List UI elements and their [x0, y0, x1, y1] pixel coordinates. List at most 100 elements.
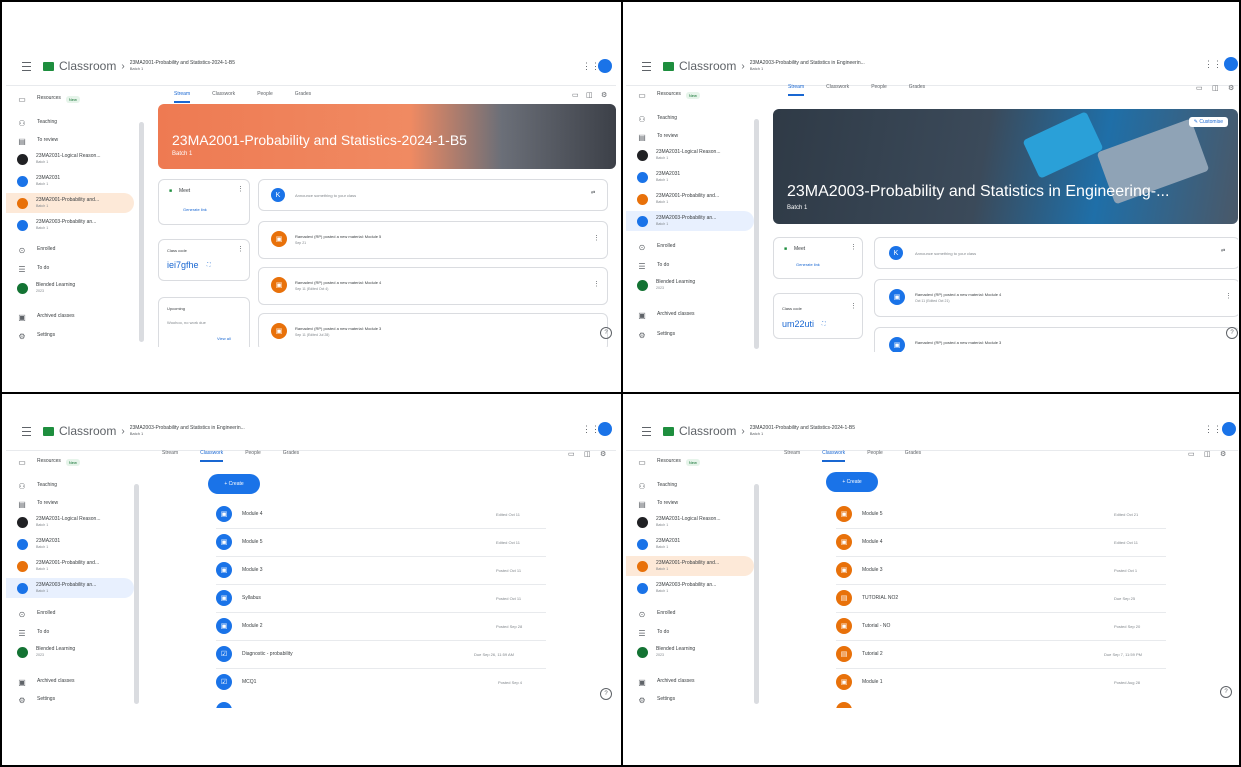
help-icon[interactable]: ?	[1220, 686, 1232, 698]
app-name[interactable]: Classroom	[679, 59, 736, 73]
gear-icon[interactable]: ⚙	[1220, 450, 1226, 458]
breadcrumb[interactable]: 23MA2001-Probability and Statistics-2024…	[750, 426, 855, 436]
sidebar-class-item[interactable]: 23MA2031-Logical Reason... Batch 1	[626, 512, 754, 532]
account-avatar[interactable]	[598, 422, 612, 436]
create-button[interactable]: + Create	[208, 474, 260, 494]
calendar-icon[interactable]: ▭	[572, 91, 579, 99]
calendar-icon[interactable]: ▭	[1196, 84, 1203, 92]
gear-icon[interactable]: ⚙	[600, 450, 606, 458]
sidebar-item-to-review[interactable]: ▤ To review	[626, 494, 754, 514]
sidebar-class-item[interactable]: 23MA2031 Batch 1	[6, 534, 134, 554]
sidebar-item-resources[interactable]: ▭ Resources New	[626, 85, 754, 105]
create-button[interactable]: + Create	[826, 472, 878, 492]
announce-box[interactable]: K Announce something to your class ⇄	[258, 179, 608, 211]
gear-icon[interactable]: ⚙	[1228, 84, 1234, 92]
help-icon[interactable]: ?	[600, 688, 612, 700]
sidebar-class-item[interactable]: 23MA2031 Batch 1	[626, 167, 754, 187]
repost-icon[interactable]: ⇄	[1221, 248, 1225, 254]
sidebar-item-resources[interactable]: ▭ Resources New	[6, 452, 134, 472]
tab-classwork[interactable]: Classwork	[822, 450, 846, 462]
breadcrumb[interactable]: 23MA2001-Probability and Statistics-2024…	[130, 61, 235, 71]
app-name[interactable]: Classroom	[59, 59, 116, 73]
sidebar-item-settings[interactable]: ⚙ Settings	[6, 326, 134, 346]
drive-folder-icon[interactable]: ◫	[1204, 450, 1211, 458]
tab-grades[interactable]: Grades	[905, 450, 921, 462]
sidebar-scrollbar[interactable]	[134, 484, 139, 704]
sidebar-item-settings[interactable]: ⚙ Settings	[626, 325, 754, 345]
calendar-icon[interactable]: ▭	[568, 450, 575, 458]
sidebar-item-enrolled[interactable]: ⊙ Enrolled	[626, 237, 754, 257]
breadcrumb[interactable]: 23MA2003-Probability and Statistics in E…	[750, 61, 865, 71]
sidebar-class-item-active[interactable]: 23MA2003-Probability an... Batch 1	[626, 211, 754, 231]
tab-people[interactable]: People	[245, 450, 261, 462]
sidebar-scrollbar[interactable]	[754, 119, 759, 349]
more-options-icon[interactable]: ⋮	[1225, 292, 1232, 300]
apps-grid-icon[interactable]: ⋮⋮	[1204, 424, 1222, 435]
sidebar-item-settings[interactable]: ⚙ Settings	[626, 690, 754, 708]
drive-folder-icon[interactable]: ◫	[584, 450, 591, 458]
sidebar-class-item[interactable]: 23MA2003-Probability an... Batch 1	[6, 215, 134, 235]
sidebar-item-to-do[interactable]: ☰ To do	[626, 256, 754, 276]
tab-grades[interactable]: Grades	[283, 450, 299, 462]
tab-people[interactable]: People	[257, 91, 273, 103]
more-options-icon[interactable]: ⋮	[593, 280, 600, 288]
sidebar-class-item[interactable]: 23MA2031-Logical Reason... Batch 1	[6, 149, 134, 169]
stream-post[interactable]: ▣ Ramadevi (RP) posted a new material: M…	[258, 267, 608, 305]
sidebar-class-item[interactable]: 23MA2001-Probability and... Batch 1	[626, 189, 754, 209]
tab-classwork[interactable]: Classwork	[826, 84, 849, 96]
sidebar-item-to-review[interactable]: ▤ To review	[626, 127, 754, 147]
fullscreen-icon[interactable]: ⛶	[822, 321, 826, 327]
more-options-icon[interactable]: ⋮	[593, 234, 600, 242]
main-menu-icon[interactable]	[22, 61, 31, 71]
customise-button[interactable]: ✎ Customise	[1188, 117, 1228, 127]
generate-link-button[interactable]: Generate link	[183, 207, 207, 212]
more-options-icon[interactable]: ⋮	[850, 243, 857, 251]
sidebar-class-item[interactable]: 23MA2031-Logical Reason... Batch 1	[626, 145, 754, 165]
sidebar-class-item[interactable]: 23MA2031 Batch 1	[6, 171, 134, 191]
sidebar-class-item-active[interactable]: 23MA2001-Probability and... Batch 1	[6, 193, 134, 213]
sidebar-class-item[interactable]: 23MA2003-Probability an... Batch 1	[626, 578, 754, 598]
sidebar-scrollbar[interactable]	[754, 484, 759, 704]
tab-stream[interactable]: Stream	[788, 84, 805, 96]
help-icon[interactable]: ?	[600, 327, 612, 339]
fullscreen-icon[interactable]: ⛶	[207, 262, 211, 268]
sidebar-item-archived[interactable]: ▣ Archived classes	[6, 672, 134, 692]
gear-icon[interactable]: ⚙	[601, 91, 607, 99]
breadcrumb[interactable]: 23MA2003-Probability and Statistics in E…	[130, 426, 245, 436]
tab-stream[interactable]: Stream	[174, 91, 191, 103]
tab-classwork[interactable]: Classwork	[200, 450, 224, 462]
sidebar-item-to-do[interactable]: ☰ To do	[6, 259, 134, 279]
tab-classwork[interactable]: Classwork	[212, 91, 235, 103]
sidebar-item-enrolled[interactable]: ⊙ Enrolled	[626, 604, 754, 624]
tab-stream[interactable]: Stream	[784, 450, 800, 462]
account-avatar[interactable]	[1224, 57, 1238, 71]
stream-post[interactable]: ▣ Ramadevi (RP) posted a new material: M…	[874, 327, 1238, 352]
main-menu-icon[interactable]	[642, 61, 651, 71]
sidebar-item-to-do[interactable]: ☰ To do	[6, 623, 134, 643]
tab-grades[interactable]: Grades	[295, 91, 311, 103]
sidebar-item-to-review[interactable]: ▤ To review	[6, 131, 134, 151]
tab-people[interactable]: People	[867, 450, 883, 462]
more-options-icon[interactable]: ⋮	[237, 245, 244, 253]
stream-post[interactable]: ▣ Ramadevi (RP) posted a new material: M…	[874, 279, 1238, 317]
sidebar-class-item[interactable]: 23MA2031-Logical Reason... Batch 1	[6, 512, 134, 532]
sidebar-class-item[interactable]: Blended Learning 2023	[626, 275, 754, 295]
more-options-icon[interactable]: ⋮	[850, 302, 857, 310]
more-options-icon[interactable]: ⋮	[237, 185, 244, 193]
announce-box[interactable]: K Announce something to your class ⇄	[874, 237, 1238, 269]
sidebar-class-item[interactable]: 23MA2001-Probability and... Batch 1	[6, 556, 134, 576]
sidebar-item-archived[interactable]: ▣ Archived classes	[626, 672, 754, 692]
sidebar-item-archived[interactable]: ▣ Archived classes	[626, 305, 754, 325]
sidebar-class-item-active[interactable]: 23MA2001-Probability and... Batch 1	[626, 556, 754, 576]
repost-icon[interactable]: ⇄	[591, 190, 595, 196]
classwork-item[interactable]: ☑ MCQ1	[216, 674, 546, 690]
stream-post[interactable]: ▣ Ramadevi (RP) posted a new material: M…	[258, 313, 608, 347]
sidebar-class-item[interactable]: 23MA2031 Batch 1	[626, 534, 754, 554]
tab-grades[interactable]: Grades	[909, 84, 925, 96]
sidebar-item-to-do[interactable]: ☰ To do	[626, 623, 754, 643]
sidebar-item-teaching[interactable]: ⚇ Teaching	[6, 113, 134, 133]
app-name[interactable]: Classroom	[59, 424, 116, 438]
main-menu-icon[interactable]	[22, 426, 31, 436]
sidebar-class-item-active[interactable]: 23MA2003-Probability an... Batch 1	[6, 578, 134, 598]
sidebar-item-enrolled[interactable]: ⊙ Enrolled	[6, 240, 134, 260]
